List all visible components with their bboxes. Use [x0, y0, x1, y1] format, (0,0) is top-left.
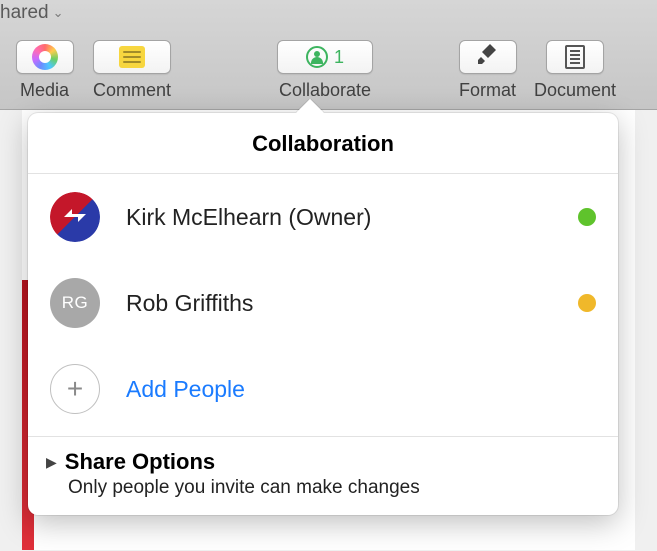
collaborate-tool: 1 Collaborate	[275, 40, 375, 101]
add-people-row[interactable]: + Add People	[28, 346, 618, 437]
avatar-initials: RG	[62, 293, 89, 313]
format-tool: Format	[445, 40, 530, 101]
chevron-down-icon: ⌄	[53, 5, 64, 21]
document-icon	[565, 45, 585, 69]
popover-arrow	[296, 99, 324, 113]
collaborator-row[interactable]: RG Rob Griffiths	[28, 260, 618, 346]
media-icon	[32, 44, 58, 70]
share-options-subtitle: Only people you invite can make changes	[68, 477, 600, 499]
disclosure-triangle-icon[interactable]: ▶	[46, 454, 57, 471]
presence-dot	[578, 208, 596, 226]
add-people-label: Add People	[126, 376, 245, 403]
collaborator-name: Rob Griffiths	[126, 290, 552, 317]
media-button[interactable]	[16, 40, 74, 74]
paintbrush-icon	[476, 42, 500, 72]
avatar: RG	[50, 278, 100, 328]
collaborate-label: Collaborate	[279, 80, 371, 101]
media-label: Media	[20, 80, 69, 101]
comment-tool: Comment	[87, 40, 177, 101]
collaborate-button[interactable]: 1	[277, 40, 373, 74]
collaborator-row[interactable]: Kirk McElhearn (Owner)	[28, 174, 618, 260]
document-label: Document	[534, 80, 616, 101]
share-state-label: hared	[0, 2, 49, 24]
toolbar: Media Comment 1 Collaborate Format	[0, 40, 657, 101]
person-circle-icon	[306, 46, 328, 68]
document-tool: Document	[530, 40, 620, 101]
document-button[interactable]	[546, 40, 604, 74]
share-state-dropdown[interactable]: hared ⌄	[0, 2, 64, 24]
avatar	[50, 192, 100, 242]
collaborator-count: 1	[334, 47, 344, 68]
presence-dot	[578, 294, 596, 312]
comment-label: Comment	[93, 80, 171, 101]
plus-icon: +	[50, 364, 100, 414]
format-button[interactable]	[459, 40, 517, 74]
format-label: Format	[459, 80, 516, 101]
collaboration-popover: Collaboration Kirk McElhearn (Owner) RG …	[28, 113, 618, 515]
media-tool: Media	[2, 40, 87, 101]
comment-icon	[119, 46, 145, 68]
share-options-title: Share Options	[65, 449, 215, 475]
comment-button[interactable]	[93, 40, 171, 74]
collaborator-name: Kirk McElhearn (Owner)	[126, 204, 552, 231]
share-options-row[interactable]: ▶ Share Options Only people you invite c…	[28, 437, 618, 515]
popover-title: Collaboration	[28, 113, 618, 174]
